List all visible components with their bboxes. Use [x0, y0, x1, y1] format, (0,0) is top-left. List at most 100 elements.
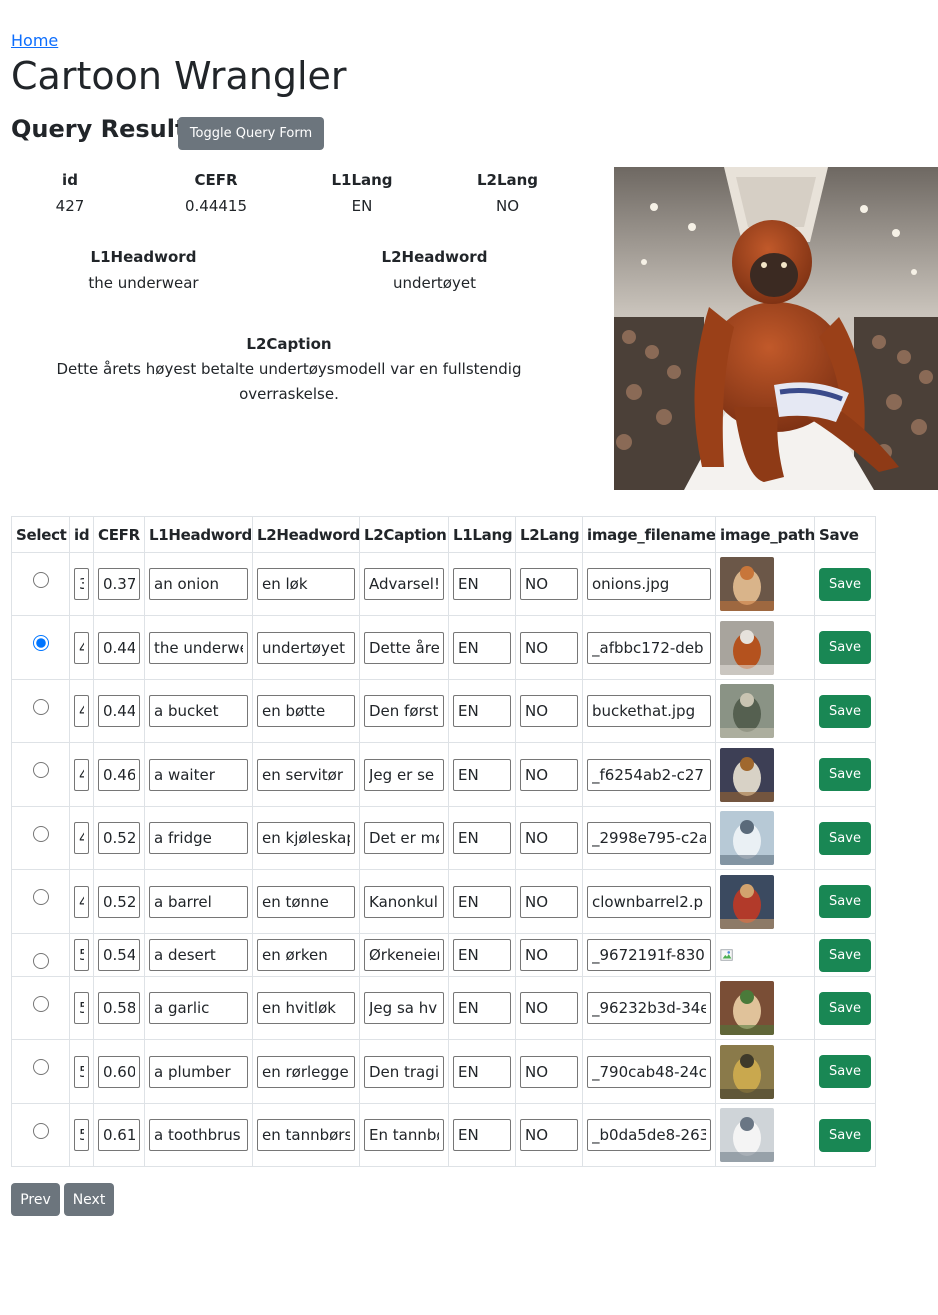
l1lang-field[interactable]: [453, 695, 511, 727]
save-button[interactable]: Save: [819, 758, 871, 791]
l2caption-field[interactable]: [364, 758, 444, 791]
l1headword-field[interactable]: [149, 885, 248, 918]
save-button[interactable]: Save: [819, 694, 871, 728]
save-button[interactable]: Save: [819, 821, 871, 855]
cefr-field[interactable]: [98, 1055, 140, 1088]
image-filename-field[interactable]: [587, 992, 711, 1024]
cefr-field[interactable]: [98, 568, 140, 600]
id-field[interactable]: [74, 631, 89, 664]
row-select-radio[interactable]: [32, 699, 49, 715]
l1lang-field[interactable]: [453, 758, 511, 791]
l2caption-field[interactable]: [364, 568, 444, 600]
l2lang-field[interactable]: [520, 992, 578, 1024]
cefr-field[interactable]: [98, 631, 140, 664]
l2headword-field[interactable]: [257, 939, 355, 971]
l2caption-field[interactable]: [364, 939, 444, 971]
l2lang-field[interactable]: [520, 885, 578, 918]
id-field[interactable]: [74, 1055, 89, 1088]
l1headword-field[interactable]: [149, 822, 248, 854]
row-select-radio[interactable]: [32, 572, 49, 588]
row-select-radio[interactable]: [32, 996, 49, 1012]
l1headword-field[interactable]: [149, 1055, 248, 1088]
toggle-query-form-button[interactable]: Toggle Query Form: [178, 117, 324, 150]
image-filename-field[interactable]: [587, 631, 711, 664]
l1headword-field[interactable]: [149, 939, 248, 971]
id-field[interactable]: [74, 822, 89, 854]
image-filename-field[interactable]: [587, 939, 711, 971]
l1headword-field[interactable]: [149, 695, 248, 727]
l2headword-field[interactable]: [257, 822, 355, 854]
l2lang-field[interactable]: [520, 695, 578, 727]
l1headword-field[interactable]: [149, 568, 248, 600]
l2headword-field[interactable]: [257, 1055, 355, 1088]
save-button[interactable]: Save: [819, 991, 871, 1025]
row-select-radio[interactable]: [32, 1059, 49, 1075]
cartoon-thumbnail[interactable]: [720, 874, 774, 929]
image-filename-field[interactable]: [587, 695, 711, 727]
id-field[interactable]: [74, 758, 89, 791]
l1headword-field[interactable]: [149, 992, 248, 1024]
image-filename-field[interactable]: [587, 1055, 711, 1088]
l2caption-field[interactable]: [364, 822, 444, 854]
l2lang-field[interactable]: [520, 758, 578, 791]
cefr-field[interactable]: [98, 758, 140, 791]
l1headword-field[interactable]: [149, 758, 248, 791]
id-field[interactable]: [74, 1119, 89, 1151]
l1lang-field[interactable]: [453, 1055, 511, 1088]
save-button[interactable]: Save: [819, 1055, 871, 1088]
cefr-field[interactable]: [98, 695, 140, 727]
cefr-field[interactable]: [98, 822, 140, 854]
l2caption-field[interactable]: [364, 1055, 444, 1088]
cartoon-thumbnail[interactable]: [720, 811, 774, 865]
l2caption-field[interactable]: [364, 695, 444, 727]
save-button[interactable]: Save: [819, 938, 871, 972]
l1lang-field[interactable]: [453, 822, 511, 854]
next-page-button[interactable]: Next: [64, 1183, 114, 1216]
cartoon-thumbnail[interactable]: [720, 1044, 774, 1099]
l2headword-field[interactable]: [257, 992, 355, 1024]
l2caption-field[interactable]: [364, 885, 444, 918]
l2lang-field[interactable]: [520, 568, 578, 600]
l1lang-field[interactable]: [453, 631, 511, 664]
image-filename-field[interactable]: [587, 568, 711, 600]
row-select-radio[interactable]: [32, 953, 49, 969]
cartoon-thumbnail[interactable]: [720, 747, 774, 802]
image-filename-field[interactable]: [587, 885, 711, 918]
l2lang-field[interactable]: [520, 1055, 578, 1088]
cartoon-thumbnail[interactable]: [720, 557, 774, 611]
cefr-field[interactable]: [98, 939, 140, 971]
l1lang-field[interactable]: [453, 885, 511, 918]
cartoon-thumbnail[interactable]: [720, 684, 774, 738]
l2lang-field[interactable]: [520, 1119, 578, 1151]
l2lang-field[interactable]: [520, 822, 578, 854]
l2lang-field[interactable]: [520, 939, 578, 971]
l2headword-field[interactable]: [257, 695, 355, 727]
id-field[interactable]: [74, 568, 89, 600]
l2lang-field[interactable]: [520, 631, 578, 664]
id-field[interactable]: [74, 885, 89, 918]
l1lang-field[interactable]: [453, 1119, 511, 1151]
cefr-field[interactable]: [98, 992, 140, 1024]
cartoon-thumbnail[interactable]: [720, 620, 774, 675]
image-filename-field[interactable]: [587, 822, 711, 854]
l2headword-field[interactable]: [257, 1119, 355, 1151]
save-button[interactable]: Save: [819, 631, 871, 664]
row-select-radio[interactable]: [32, 762, 49, 778]
cartoon-thumbnail[interactable]: [720, 981, 774, 1035]
l2caption-field[interactable]: [364, 992, 444, 1024]
l2caption-field[interactable]: [364, 631, 444, 664]
row-select-radio[interactable]: [32, 889, 49, 905]
l1headword-field[interactable]: [149, 1119, 248, 1151]
image-filename-field[interactable]: [587, 758, 711, 791]
l2caption-field[interactable]: [364, 1119, 444, 1151]
row-select-radio[interactable]: [32, 1123, 49, 1139]
cefr-field[interactable]: [98, 885, 140, 918]
id-field[interactable]: [74, 939, 89, 971]
l1lang-field[interactable]: [453, 992, 511, 1024]
save-button[interactable]: Save: [819, 567, 871, 601]
l1lang-field[interactable]: [453, 568, 511, 600]
home-link[interactable]: Home: [11, 31, 58, 50]
row-select-radio[interactable]: [32, 826, 49, 842]
l1lang-field[interactable]: [453, 939, 511, 971]
id-field[interactable]: [74, 992, 89, 1024]
